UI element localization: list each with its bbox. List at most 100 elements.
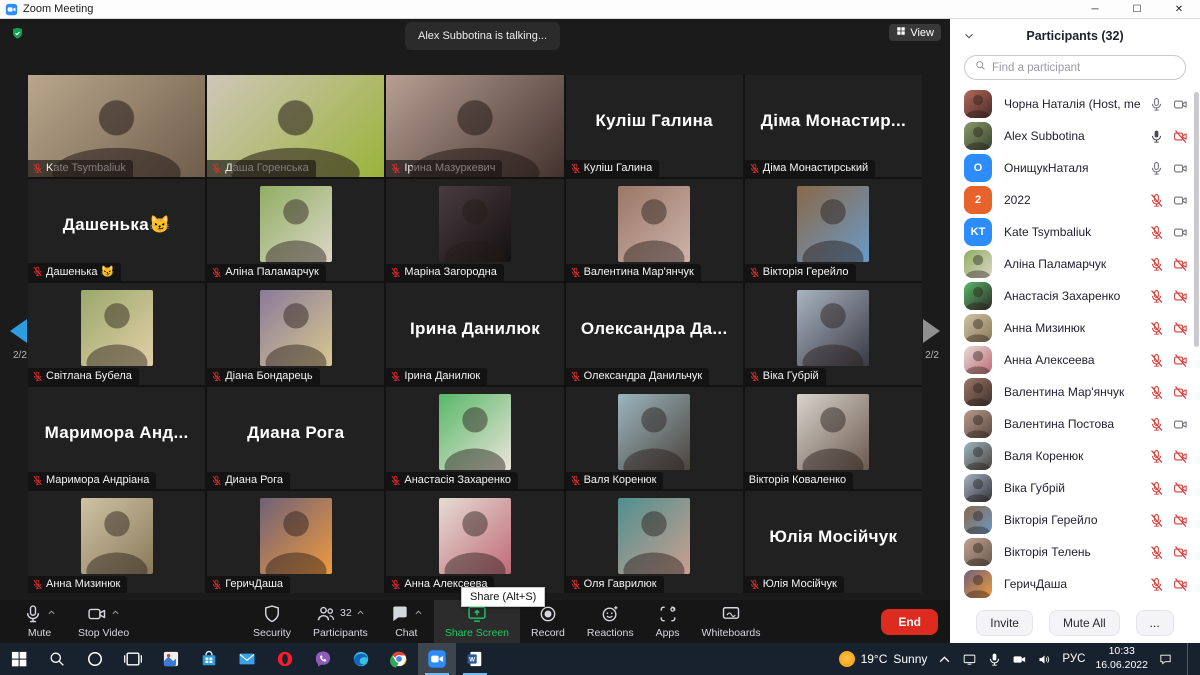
language-indicator[interactable]: РУС (1062, 653, 1085, 665)
taskbar-word-icon[interactable]: W (456, 643, 494, 675)
participant-row[interactable]: Чорна Наталія (Host, me) (964, 88, 1188, 120)
chevron-down-icon[interactable] (963, 30, 975, 42)
toolbar-reactions-button[interactable]: Reactions (576, 600, 645, 643)
taskbar-edge-icon[interactable] (342, 643, 380, 675)
close-button[interactable]: ✕ (1158, 0, 1200, 19)
taskbar-mail-icon[interactable] (228, 643, 266, 675)
taskbar-viber-icon[interactable] (304, 643, 342, 675)
video-tile[interactable]: Дашенька😼Дашенька 😼 (28, 179, 205, 281)
video-tile[interactable]: Юлія МосійчукЮлія Мосійчук (745, 491, 922, 593)
scrollbar-thumb[interactable] (1194, 92, 1199, 347)
participant-row[interactable]: Анастасія Захаренко (964, 280, 1188, 312)
mic-muted-icon[interactable] (1149, 353, 1164, 368)
taskbar-search-icon[interactable] (38, 643, 76, 675)
participant-row[interactable]: OОнищукНаталя (964, 152, 1188, 184)
tray-mic-icon[interactable] (987, 652, 1002, 667)
toolbar-security-button[interactable]: Security (242, 600, 302, 643)
video-tile[interactable]: Kate Tsymbaliuk (28, 75, 205, 177)
mic-muted-icon[interactable] (1149, 225, 1164, 240)
taskbar-cortana-icon[interactable] (76, 643, 114, 675)
mic-icon[interactable] (1149, 129, 1164, 144)
video-tile[interactable]: Валя Коренюк (566, 387, 743, 489)
video-tile[interactable]: Аліна Паламарчук (207, 179, 384, 281)
video-tile[interactable]: Маріна Загородна (386, 179, 563, 281)
video-tile[interactable]: Вікторія Герейло (745, 179, 922, 281)
view-button[interactable]: View (889, 24, 941, 41)
participant-row[interactable]: Віка Губрій (964, 472, 1188, 504)
camera-muted-icon[interactable] (1173, 257, 1188, 272)
notification-center-icon[interactable] (1158, 652, 1173, 667)
mic-muted-icon[interactable] (1149, 577, 1164, 592)
participant-row[interactable]: Анна Мизинюк (964, 312, 1188, 344)
video-tile[interactable]: Валентина Мар'янчук (566, 179, 743, 281)
mic-icon[interactable] (1149, 161, 1164, 176)
video-tile[interactable]: Куліш ГалинаКуліш Галина (566, 75, 743, 177)
video-tile[interactable]: Віка Губрій (745, 283, 922, 385)
video-tile[interactable]: Даша Горенська (207, 75, 384, 177)
toolbar-apps-button[interactable]: Apps (645, 600, 691, 643)
taskbar-start-icon[interactable] (0, 643, 38, 675)
taskbar-opera-icon[interactable] (266, 643, 304, 675)
search-input[interactable] (992, 62, 1176, 74)
chevron-up-icon[interactable] (47, 604, 56, 622)
mic-muted-icon[interactable] (1149, 257, 1164, 272)
mic-muted-icon[interactable] (1149, 289, 1164, 304)
taskbar-store-icon[interactable] (190, 643, 228, 675)
participant-row[interactable]: Валентина Мар'янчук (964, 376, 1188, 408)
video-tile[interactable]: Диана РогаДиана Рога (207, 387, 384, 489)
toolbar-whiteboards-button[interactable]: Whiteboards (691, 600, 772, 643)
video-tile[interactable]: Світлана Бубела (28, 283, 205, 385)
video-tile[interactable]: Анна Алексеева (386, 491, 563, 593)
participant-row[interactable]: 22022 (964, 184, 1188, 216)
mic-muted-icon[interactable] (1149, 449, 1164, 464)
chevron-up-icon[interactable] (356, 604, 365, 622)
weather-widget[interactable]: 19°C Sunny (839, 651, 928, 667)
participant-row[interactable]: Вікторія Герейло (964, 504, 1188, 536)
video-tile[interactable]: Діма Монастир...Діма Монастирський (745, 75, 922, 177)
video-tile[interactable]: Анна Мизинюк (28, 491, 205, 593)
camera-muted-icon[interactable] (1173, 353, 1188, 368)
taskbar-chrome-icon[interactable] (380, 643, 418, 675)
mic-muted-icon[interactable] (1149, 417, 1164, 432)
video-tile[interactable]: Ірина Мазуркевич (386, 75, 563, 177)
tray-volume-icon[interactable] (1037, 652, 1052, 667)
participant-row[interactable]: Валентина Постова (964, 408, 1188, 440)
participant-row[interactable]: Alex Subbotina (964, 120, 1188, 152)
camera-muted-icon[interactable] (1173, 577, 1188, 592)
taskbar-zoom-icon[interactable] (418, 643, 456, 675)
minimize-button[interactable]: ─ (1074, 0, 1116, 19)
show-desktop-button[interactable] (1187, 643, 1192, 675)
participant-row[interactable]: Валя Коренюк (964, 440, 1188, 472)
tray-chevron-up-icon[interactable] (937, 652, 952, 667)
participant-row[interactable]: Вікторія Телень (964, 536, 1188, 568)
participant-row[interactable]: Аліна Паламарчук (964, 248, 1188, 280)
chevron-up-icon[interactable] (111, 604, 120, 622)
mic-muted-icon[interactable] (1149, 481, 1164, 496)
mic-muted-icon[interactable] (1149, 545, 1164, 560)
more-options-button[interactable]: ... (1136, 610, 1174, 636)
camera-muted-icon[interactable] (1173, 513, 1188, 528)
participant-row[interactable]: Анна Алексеева (964, 344, 1188, 376)
mic-icon[interactable] (1149, 97, 1164, 112)
maximize-button[interactable]: ☐ (1116, 0, 1158, 19)
mic-muted-icon[interactable] (1149, 321, 1164, 336)
video-tile[interactable]: Діана Бондарець (207, 283, 384, 385)
invite-button[interactable]: Invite (976, 610, 1033, 636)
next-page-arrow-icon[interactable] (923, 319, 940, 343)
video-tile[interactable]: Оля Гаврилюк (566, 491, 743, 593)
camera-icon[interactable] (1173, 417, 1188, 432)
camera-icon[interactable] (1173, 193, 1188, 208)
taskbar-task-view-icon[interactable] (114, 643, 152, 675)
camera-muted-icon[interactable] (1173, 129, 1188, 144)
camera-muted-icon[interactable] (1173, 545, 1188, 560)
prev-page-arrow-icon[interactable] (10, 319, 27, 343)
taskbar-clock[interactable]: 10:33 16.06.2022 (1095, 645, 1148, 672)
video-tile[interactable]: Олександра Да...Олександра Данильчук (566, 283, 743, 385)
camera-muted-icon[interactable] (1173, 481, 1188, 496)
participant-row[interactable]: KTKate Tsymbaliuk (964, 216, 1188, 248)
camera-icon[interactable] (1173, 97, 1188, 112)
camera-muted-icon[interactable] (1173, 449, 1188, 464)
video-tile[interactable]: Вікторія Коваленко (745, 387, 922, 489)
toolbar-chat-button[interactable]: Chat (379, 600, 434, 643)
chevron-up-icon[interactable] (414, 604, 423, 622)
